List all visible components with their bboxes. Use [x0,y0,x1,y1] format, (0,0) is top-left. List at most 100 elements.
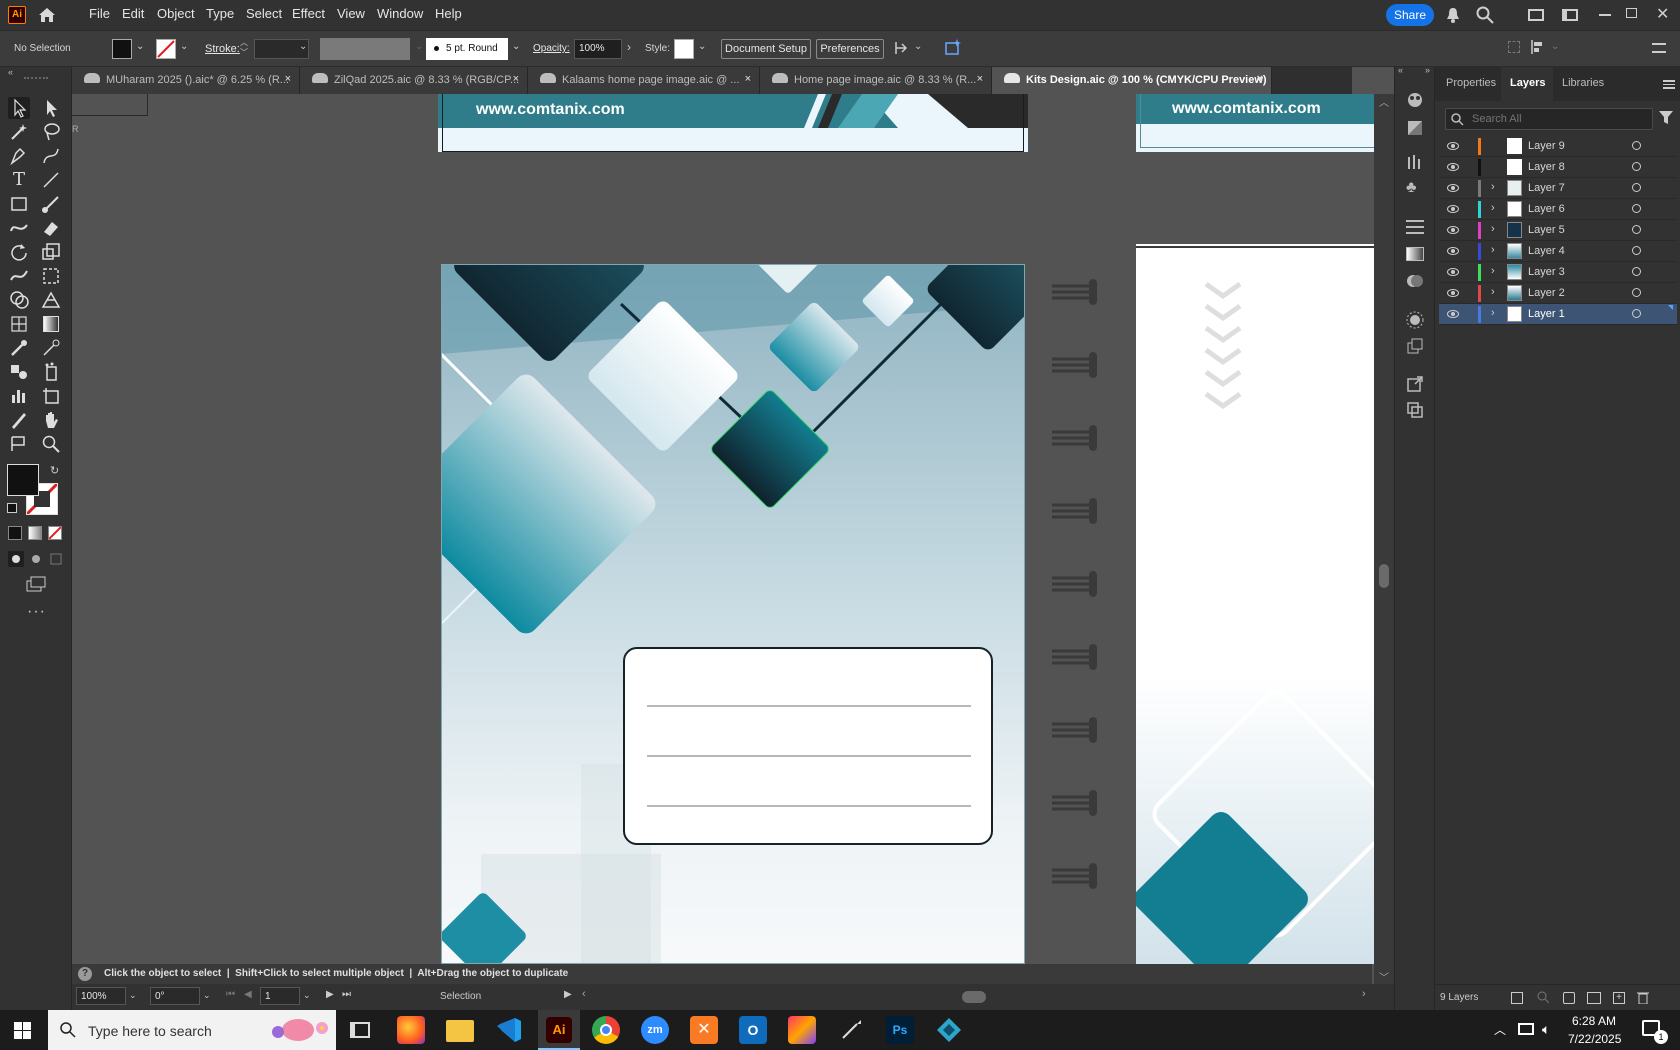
zoom-tool-icon[interactable] [40,433,62,455]
layer-name[interactable]: Layer 1 [1528,308,1565,320]
target-icon[interactable] [1632,225,1641,234]
vertical-scrollbar[interactable]: ︿ ﹀ [1374,94,1394,984]
arrange-dropdown[interactable]: ⌄ [914,41,922,52]
layer-row[interactable]: › Layer 3 [1439,262,1677,283]
home-icon[interactable] [37,6,57,24]
layer-name[interactable]: Layer 6 [1528,203,1565,215]
gradient-panel-icon[interactable] [1406,247,1424,261]
layer-name[interactable]: Layer 7 [1528,182,1565,194]
expand-chevron-icon[interactable]: › [1491,181,1495,193]
scroll-right-icon[interactable]: › [1362,988,1366,1000]
more-tools-icon[interactable]: ··· [27,603,46,621]
shape-builder-icon[interactable] [8,289,30,311]
tab-kits-design[interactable]: Kits Design.aic @ 100 % (CMYK/CPU Previe… [992,67,1272,94]
menu-view[interactable]: View [337,6,365,21]
fill-dropdown[interactable]: ⌄ [136,41,144,52]
file-explorer-icon[interactable] [446,1020,474,1042]
stroke-dropdown[interactable]: ⌄ [180,41,188,52]
expand-chevron-icon[interactable]: › [1491,244,1495,256]
menu-object[interactable]: Object [157,6,195,21]
new-sublayer-icon[interactable] [1587,992,1601,1004]
layer-row[interactable]: › Layer 4 [1439,241,1677,262]
menu-select[interactable]: Select [246,6,282,21]
stroke-swatch[interactable] [156,39,176,59]
export-icon[interactable] [1406,375,1424,393]
menu-type[interactable]: Type [206,6,234,21]
status-menu-icon[interactable]: ▶ [564,989,572,1000]
collapse-toolbar-icon[interactable]: « [8,67,13,77]
scroll-up-icon[interactable]: ︿ [1379,94,1389,109]
layer-row[interactable]: › Layer 5 [1439,220,1677,241]
share-button[interactable]: Share [1386,4,1434,26]
windows-start-icon[interactable] [14,1022,31,1039]
generative-icon[interactable] [944,38,962,56]
visibility-eye-icon[interactable] [1447,310,1459,318]
transform-icon[interactable] [1508,41,1520,53]
target-icon[interactable] [1632,267,1641,276]
align-icon[interactable] [1530,40,1546,54]
firefox-icon[interactable] [397,1016,425,1044]
outlook-icon[interactable]: O [739,1016,767,1044]
gradient-mode-icon[interactable] [28,526,42,540]
visibility-eye-icon[interactable] [1447,289,1459,297]
target-icon[interactable] [1632,183,1641,192]
stroke-weight-dropdown[interactable]: ⌄ [299,41,307,52]
close-tab-icon[interactable]: × [285,73,291,85]
scale-tool-icon[interactable] [40,241,62,263]
visibility-eye-icon[interactable] [1447,184,1459,192]
opacity-input[interactable]: 100% [574,39,622,59]
artboard-number-field[interactable]: 1 [260,987,300,1005]
close-tab-icon[interactable]: × [745,73,751,85]
layer-row[interactable]: Layer 9 [1439,136,1677,157]
draw-inside-icon[interactable] [48,551,64,567]
menu-edit[interactable]: Edit [122,6,144,21]
stroke-label[interactable]: Stroke: [205,43,240,55]
close-tab-icon[interactable]: × [1257,73,1263,85]
visibility-eye-icon[interactable] [1447,205,1459,213]
stroke-panel-icon[interactable] [1406,220,1424,234]
eraser-icon[interactable] [40,217,62,239]
expand-chevron-icon[interactable]: › [1491,202,1495,214]
target-icon[interactable] [1632,162,1641,171]
prev-artboard-icon[interactable]: ◀ [244,989,252,1000]
brush-dropdown[interactable]: ⌄ [512,41,520,52]
tab-properties[interactable]: Properties [1446,77,1496,89]
scroll-thumb[interactable] [1379,564,1389,588]
curvature-tool-icon[interactable] [40,145,62,167]
tab-libraries[interactable]: Libraries [1562,77,1604,89]
shaper-tool-icon[interactable] [8,217,30,239]
tab-home-page[interactable]: Home page image.aic @ 8.33 % (R... × [760,67,992,94]
type-tool-icon[interactable]: T [8,169,30,191]
symbol-sprayer-icon[interactable] [40,361,62,383]
opacity-label[interactable]: Opacity: [533,43,570,54]
draw-normal-icon[interactable] [8,551,24,567]
layer-row[interactable]: › Layer 2 [1439,283,1677,304]
free-transform-icon[interactable] [40,265,62,287]
layers-search-input[interactable] [1472,111,1642,127]
pen-tool-icon[interactable] [8,145,30,167]
artboards-icon[interactable] [1406,401,1424,419]
menu-file[interactable]: File [89,6,110,21]
new-layer-icon[interactable]: + [1613,992,1625,1004]
clock-date[interactable]: 7/22/2025 [1568,1032,1621,1046]
close-window-icon[interactable]: ✕ [1656,4,1670,23]
bell-icon[interactable] [1445,7,1461,23]
stroke-stepper[interactable]: ︿ ﹀ [240,38,252,60]
arrange-documents-icon[interactable] [893,40,909,56]
tab-kalaams[interactable]: Kalaams home page image.aic @ ... × [528,67,760,94]
target-icon[interactable] [1632,288,1641,297]
tab-muharam[interactable]: MUharam 2025 ().aic* @ 6.25 % (R... × [72,67,300,94]
locate-object-icon[interactable] [1537,991,1550,1004]
next-artboard-icon[interactable]: ▶ [326,989,334,1000]
align-dropdown[interactable]: ⌄ [1551,41,1559,52]
search-icon[interactable] [1476,6,1494,24]
network-icon[interactable] [1518,1023,1534,1035]
first-artboard-icon[interactable]: ⏮ [226,989,235,1000]
draw-behind-icon[interactable] [28,551,44,567]
line-tool-icon[interactable] [40,169,62,191]
tray-chevron-icon[interactable]: ︿ [1494,1021,1506,1038]
task-view-icon[interactable] [350,1022,370,1038]
layer-row[interactable]: › Layer 6 [1439,199,1677,220]
visibility-eye-icon[interactable] [1447,247,1459,255]
eyedropper-icon[interactable] [8,337,30,359]
